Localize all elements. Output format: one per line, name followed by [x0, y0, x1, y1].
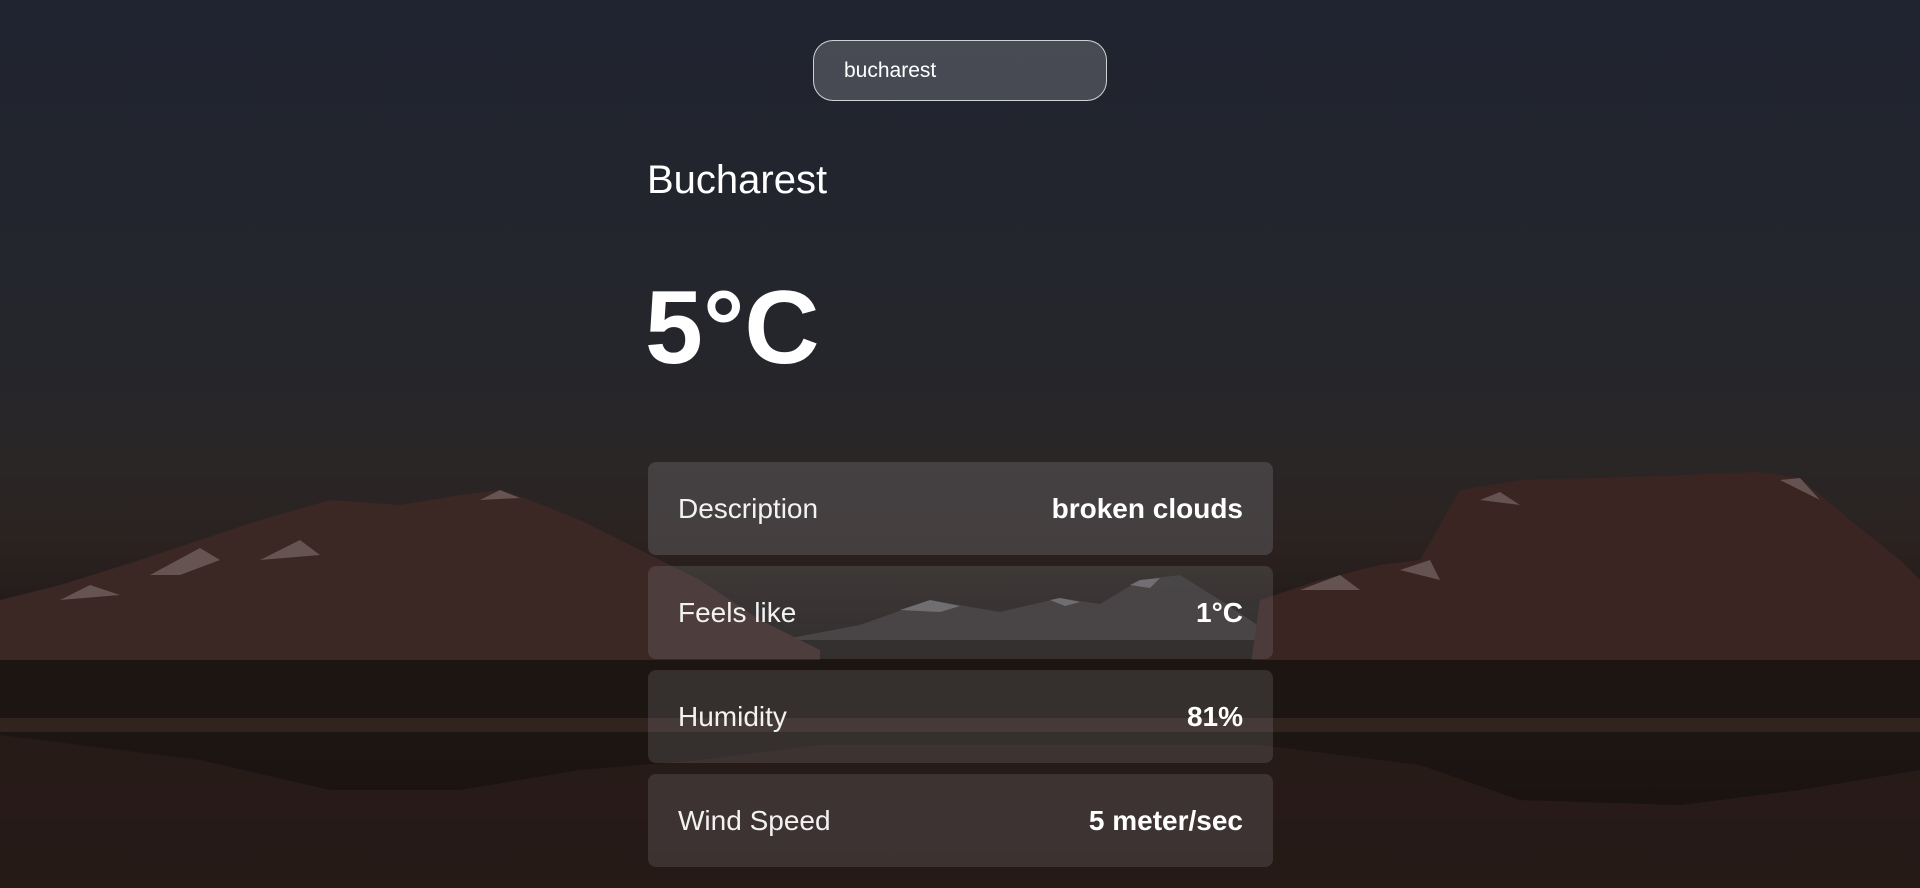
temperature: 5°C — [645, 270, 820, 386]
detail-value: broken clouds — [1051, 492, 1243, 524]
detail-value: 81% — [1186, 700, 1243, 732]
city-name: Bucharest — [647, 158, 828, 202]
detail-value: 1°C — [1196, 596, 1243, 628]
detail-value: 5 meter/sec — [1088, 804, 1243, 836]
detail-card-feels-like: Feels like 1°C — [648, 566, 1273, 659]
detail-card-description: Description broken clouds — [648, 462, 1273, 555]
detail-label: Humidity — [678, 700, 787, 732]
detail-label: Wind Speed — [678, 804, 831, 836]
search-container — [813, 40, 1107, 101]
city-search-input[interactable] — [813, 40, 1107, 101]
right-mountain — [1250, 472, 1920, 670]
detail-card-wind-speed: Wind Speed 5 meter/sec — [648, 774, 1273, 867]
detail-card-humidity: Humidity 81% — [648, 670, 1273, 763]
detail-label: Description — [678, 492, 819, 524]
detail-label: Feels like — [678, 596, 797, 628]
